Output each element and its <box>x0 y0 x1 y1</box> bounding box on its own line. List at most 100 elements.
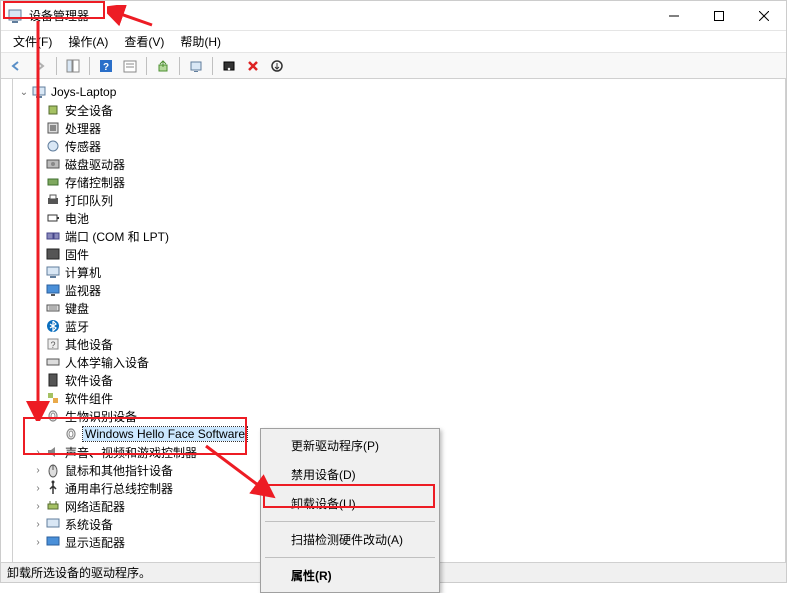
tree-category[interactable]: ›软件设备 <box>13 371 785 389</box>
toolbar-separator <box>179 57 180 75</box>
properties-button[interactable] <box>119 55 141 77</box>
disk-icon <box>45 156 61 172</box>
ctx-update-driver[interactable]: 更新驱动程序(P) <box>263 431 437 460</box>
tree-category-label: 人体学输入设备 <box>65 354 149 371</box>
tree-category[interactable]: ›端口 (COM 和 LPT) <box>13 227 785 245</box>
tree-device-label: Windows Hello Face Software <box>83 427 247 441</box>
app-icon <box>7 8 23 24</box>
tree-category-label: 显示适配器 <box>65 534 125 551</box>
tree-root[interactable]: ⌄Joys-Laptop <box>13 83 785 101</box>
uninstall-button[interactable] <box>242 55 264 77</box>
content-area: ⌄Joys-Laptop›安全设备 › 处理器 › 传感器 › 磁盘驱动器›存储控制器›打印… <box>1 79 786 562</box>
sensor-icon <box>45 138 61 154</box>
expand-icon[interactable]: › <box>31 447 45 458</box>
scan-hardware-button[interactable] <box>266 55 288 77</box>
tree-category[interactable]: › 传感器 <box>13 137 785 155</box>
expand-icon[interactable]: ⌄ <box>17 87 31 98</box>
expand-icon[interactable]: › <box>31 303 45 314</box>
network-icon <box>45 498 61 514</box>
expand-icon[interactable]: › <box>31 213 45 224</box>
tree-category[interactable]: ›蓝牙 <box>13 317 785 335</box>
tree-category[interactable]: › 人体学输入设备 <box>13 353 785 371</box>
ctx-disable[interactable]: 禁用设备(D) <box>263 460 437 489</box>
expand-icon[interactable]: › <box>31 267 45 278</box>
expand-icon[interactable]: › <box>31 501 45 512</box>
ctx-scan[interactable]: 扫描检测硬件改动(A) <box>263 525 437 554</box>
toolbar-separator <box>56 57 57 75</box>
tree-category[interactable]: › 监视器 <box>13 281 785 299</box>
menu-file[interactable]: 文件(F) <box>5 31 60 52</box>
expand-icon[interactable]: › <box>31 519 45 530</box>
titlebar: 设备管理器 <box>1 1 786 31</box>
tree-category[interactable]: ⌄生物识别设备 <box>13 407 785 425</box>
ctx-uninstall[interactable]: 卸载设备(U) <box>263 489 437 518</box>
help-button[interactable]: ? <box>95 55 117 77</box>
expand-icon[interactable]: › <box>31 177 45 188</box>
expand-icon[interactable]: ⌄ <box>31 411 45 422</box>
tree-category-label: 传感器 <box>65 138 101 155</box>
minimize-button[interactable] <box>651 1 696 31</box>
maximize-button[interactable] <box>696 1 741 31</box>
tree-category[interactable]: ›打印队列 <box>13 191 785 209</box>
tree-category[interactable]: ›计算机 <box>13 263 785 281</box>
expand-icon[interactable]: › <box>31 285 45 296</box>
show-hide-tree-button[interactable] <box>62 55 84 77</box>
forward-button[interactable] <box>29 55 51 77</box>
tree-category[interactable]: ›键盘 <box>13 299 785 317</box>
storage-icon <box>45 174 61 190</box>
tree-category[interactable]: ›软件组件 <box>13 389 785 407</box>
tree-category[interactable]: ›固件 <box>13 245 785 263</box>
expand-icon[interactable]: › <box>31 159 45 170</box>
menubar: 文件(F) 操作(A) 查看(V) 帮助(H) <box>1 31 786 53</box>
tree-category[interactable]: ›安全设备 <box>13 101 785 119</box>
update-driver-button[interactable] <box>152 55 174 77</box>
window-controls <box>651 1 786 31</box>
tree-category-label: 磁盘驱动器 <box>65 156 125 173</box>
keyboard-icon <box>45 300 61 316</box>
context-menu: 更新驱动程序(P) 禁用设备(D) 卸载设备(U) 扫描检测硬件改动(A) 属性… <box>260 428 440 593</box>
tree-category-label: 监视器 <box>65 282 101 299</box>
tree-category[interactable]: › 处理器 <box>13 119 785 137</box>
toolbar-separator <box>212 57 213 75</box>
ctx-properties[interactable]: 属性(R) <box>263 561 437 590</box>
expand-icon[interactable]: › <box>31 357 45 368</box>
display-icon <box>45 534 61 550</box>
menu-view[interactable]: 查看(V) <box>116 31 172 52</box>
expand-icon[interactable]: › <box>31 123 45 134</box>
bluetooth-icon <box>45 318 61 334</box>
other-icon: ? <box>45 336 61 352</box>
back-button[interactable] <box>5 55 27 77</box>
expand-icon[interactable]: › <box>31 231 45 242</box>
tree-category[interactable]: ›存储控制器 <box>13 173 785 191</box>
tree-category-label: 处理器 <box>65 120 101 137</box>
port-icon <box>45 228 61 244</box>
disable-button[interactable] <box>218 55 240 77</box>
expand-icon[interactable]: › <box>31 195 45 206</box>
tree-category[interactable]: › 磁盘驱动器 <box>13 155 785 173</box>
firmware-icon <box>45 246 61 262</box>
expand-icon[interactable]: › <box>31 249 45 260</box>
menu-action[interactable]: 操作(A) <box>60 31 116 52</box>
tree-category-label: 声音、视频和游戏控制器 <box>65 444 197 461</box>
chip-icon <box>45 102 61 118</box>
close-button[interactable] <box>741 1 786 31</box>
expand-icon[interactable]: › <box>31 537 45 548</box>
expand-icon[interactable]: › <box>31 393 45 404</box>
expand-icon[interactable]: › <box>31 483 45 494</box>
monitor-icon <box>45 282 61 298</box>
tree-category[interactable]: ›电池 <box>13 209 785 227</box>
tree-category[interactable]: ›?其他设备 <box>13 335 785 353</box>
scan-button[interactable] <box>185 55 207 77</box>
battery-icon <box>45 210 61 226</box>
expand-icon[interactable]: › <box>31 375 45 386</box>
mouse-icon <box>45 462 61 478</box>
expand-icon[interactable]: › <box>31 339 45 350</box>
menu-help[interactable]: 帮助(H) <box>172 31 229 52</box>
ctx-separator <box>265 557 435 558</box>
expand-icon[interactable]: › <box>31 465 45 476</box>
expand-icon[interactable]: › <box>31 105 45 116</box>
expand-icon[interactable]: › <box>31 321 45 332</box>
tree-category-label: 鼠标和其他指针设备 <box>65 462 173 479</box>
expand-icon[interactable]: › <box>31 141 45 152</box>
hid-icon <box>45 354 61 370</box>
